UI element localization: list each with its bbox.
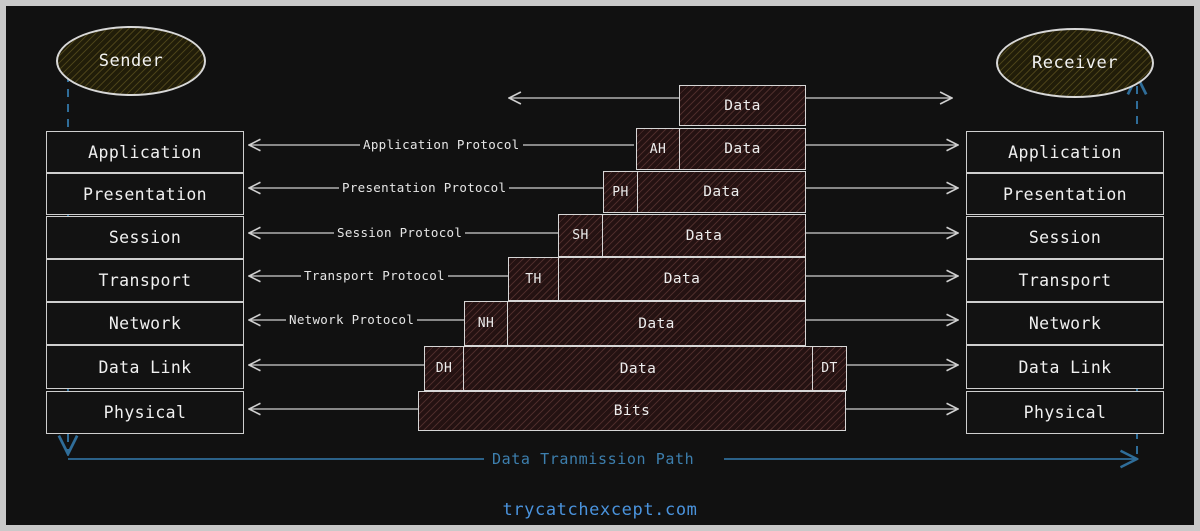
pdu-label: SH	[572, 228, 589, 243]
pdu-header-th: TH	[508, 257, 559, 301]
pdu-header-ah: AH	[636, 128, 680, 170]
diagram-frame: Sender Receiver Application Presentation…	[0, 0, 1200, 531]
layer-label: Network	[108, 314, 182, 333]
layer-label: Data Link	[1018, 357, 1112, 377]
pdu-header-nh: NH	[464, 301, 508, 346]
pdu-label: DT	[821, 361, 838, 376]
pdu-label: Data	[663, 271, 701, 287]
pdu-label: Data	[638, 315, 675, 332]
pdu-header-dh: DH	[424, 346, 464, 391]
sidebar-item-presentation-right[interactable]: Presentation	[966, 173, 1164, 215]
sidebar-item-application-left[interactable]: Application	[46, 131, 244, 173]
layer-label: Physical	[103, 403, 187, 422]
pdu-label: Data	[724, 141, 761, 157]
pdu-label: PH	[612, 184, 629, 200]
watermark: trycatchexcept.com	[502, 500, 698, 520]
sidebar-item-session-right[interactable]: Session	[966, 216, 1164, 259]
receiver-label: Receiver	[1032, 53, 1118, 73]
pdu-label: Data	[619, 360, 657, 377]
pdu-label: NH	[477, 316, 495, 331]
layer-label: Application	[1008, 142, 1122, 162]
layer-label: Session	[108, 228, 182, 247]
pdu-label: TH	[525, 271, 542, 287]
sidebar-item-application-right[interactable]: Application	[966, 131, 1164, 173]
pdu-payload-row5: Data	[507, 301, 806, 346]
transmission-path-label: Data Tranmission Path	[488, 450, 699, 468]
receiver-node: Receiver	[996, 28, 1154, 98]
pdu-payload-row1: Data	[679, 128, 806, 170]
pdu-label: DH	[435, 361, 453, 376]
pdu-payload-bits: Bits	[418, 391, 846, 431]
pdu-label: Bits	[613, 403, 651, 419]
pdu-trailer-dt: DT	[812, 346, 847, 391]
sidebar-item-datalink-left[interactable]: Data Link	[46, 345, 244, 389]
protocol-label-application: Application Protocol	[360, 138, 523, 152]
layer-label: Network	[1028, 314, 1102, 333]
sidebar-item-network-left[interactable]: Network	[46, 302, 244, 345]
protocol-label-transport: Transport Protocol	[301, 269, 448, 283]
layer-label: Physical	[1023, 403, 1107, 422]
sidebar-item-datalink-right[interactable]: Data Link	[966, 345, 1164, 389]
diagram-canvas: Sender Receiver Application Presentation…	[6, 6, 1194, 525]
layer-label: Session	[1028, 228, 1102, 247]
protocol-label-network: Network Protocol	[286, 313, 418, 327]
protocol-label-presentation: Presentation Protocol	[339, 181, 510, 195]
sidebar-item-network-right[interactable]: Network	[966, 302, 1164, 345]
sidebar-item-physical-right[interactable]: Physical	[966, 391, 1164, 434]
sidebar-item-transport-right[interactable]: Transport	[966, 259, 1164, 302]
pdu-label: Data	[724, 97, 761, 114]
sidebar-item-physical-left[interactable]: Physical	[46, 391, 244, 434]
sidebar-item-presentation-left[interactable]: Presentation	[46, 173, 244, 215]
sender-node: Sender	[56, 26, 206, 96]
pdu-payload-row2: Data	[637, 171, 806, 213]
layer-label: Data Link	[98, 357, 192, 377]
pdu-payload-row4: Data	[558, 257, 806, 301]
layer-label: Application	[88, 142, 202, 162]
pdu-payload-row3: Data	[602, 214, 806, 257]
layer-label: Transport	[1018, 271, 1112, 290]
layer-label: Presentation	[1002, 184, 1127, 204]
layer-label: Presentation	[82, 184, 207, 204]
sidebar-item-session-left[interactable]: Session	[46, 216, 244, 259]
protocol-label-session: Session Protocol	[334, 226, 466, 240]
pdu-header-ph: PH	[603, 171, 638, 213]
sender-label: Sender	[98, 51, 164, 71]
pdu-label: Data	[703, 184, 740, 200]
pdu-payload-row0: Data	[679, 85, 806, 126]
pdu-header-sh: SH	[558, 214, 603, 257]
sidebar-item-transport-left[interactable]: Transport	[46, 259, 244, 302]
pdu-label: Data	[685, 227, 723, 244]
pdu-label: AH	[649, 141, 667, 157]
pdu-payload-row6: Data	[463, 346, 813, 391]
layer-label: Transport	[98, 271, 192, 290]
